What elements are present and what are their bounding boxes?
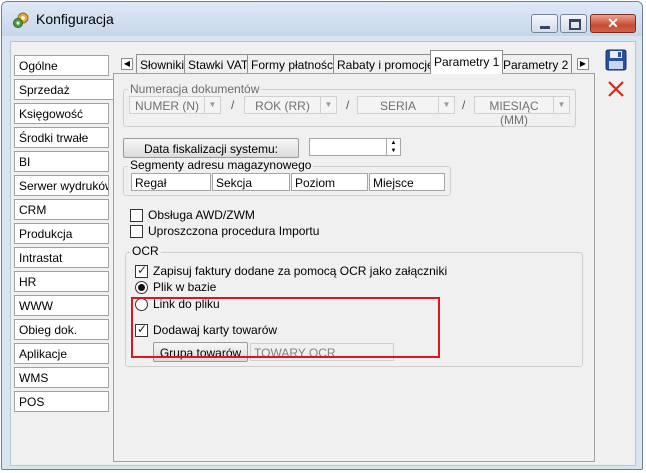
settings-gear-icon xyxy=(13,12,29,28)
chevron-down-icon: ▼ xyxy=(553,97,569,113)
segment-regal-field[interactable]: Regał xyxy=(131,173,211,191)
numeracja-segment-1[interactable]: NUMER (N) ▼ xyxy=(129,96,221,114)
tab-parametry-1[interactable]: Parametry 1 xyxy=(430,50,504,74)
fiscalization-date-field[interactable]: ▲ ▼ xyxy=(309,138,401,156)
chevron-down-icon: ▼ xyxy=(438,97,454,113)
config-window: Konfiguracja ✕ Ogólne Sprzedaż Księgowoś… xyxy=(1,1,643,470)
awd-zwm-checkbox[interactable] xyxy=(130,209,143,222)
ocr-legend: OCR xyxy=(130,244,161,258)
numeracja-separator: / xyxy=(462,98,466,112)
sidebar-item-ksiegowosc[interactable]: Księgowość xyxy=(14,103,109,124)
sidebar-item-crm[interactable]: CRM xyxy=(14,199,109,220)
sidebar-item-pos[interactable]: POS xyxy=(14,391,109,412)
chevron-down-icon: ▼ xyxy=(204,97,220,113)
fiscalization-date-button[interactable]: Data fiskalizacji systemu: xyxy=(123,138,299,158)
save-disk-icon[interactable] xyxy=(605,49,627,71)
sidebar-item-www[interactable]: WWW xyxy=(14,295,109,316)
minimize-icon[interactable] xyxy=(531,14,558,33)
import-procedure-checkbox[interactable] xyxy=(130,225,143,238)
numeracja-segment-3[interactable]: SERIA ▼ xyxy=(357,96,455,114)
maximize-icon[interactable] xyxy=(560,14,587,33)
segmenty-legend: Segmenty adresu magazynowego xyxy=(128,158,314,172)
sidebar-item-aplikacje[interactable]: Aplikacje xyxy=(14,343,109,364)
sidebar-item-intrastat[interactable]: Intrastat xyxy=(14,247,109,268)
tab-slowniki[interactable]: Słowniki xyxy=(136,54,189,74)
sidebar-item-produkcja[interactable]: Produkcja xyxy=(14,223,109,244)
numeracja-separator: / xyxy=(346,98,350,112)
tab-scroll-left-button[interactable]: ◀ xyxy=(121,58,133,70)
segment-sekcja-field[interactable]: Sekcja xyxy=(212,173,290,191)
sidebar-item-wms[interactable]: WMS xyxy=(14,367,109,388)
close-button[interactable]: ✕ xyxy=(590,14,636,33)
title-bar[interactable]: Konfiguracja ✕ xyxy=(2,2,642,36)
numeracja-separator: / xyxy=(231,98,235,112)
tab-rabaty-i-promocje[interactable]: Rabaty i promocje xyxy=(333,54,438,74)
sidebar-item-sprzedaz[interactable]: Sprzedaż xyxy=(14,79,113,100)
segment-miejsce-field[interactable]: Miejsce xyxy=(369,173,445,191)
ocr-file-in-db-label: Plik w bazie xyxy=(153,280,217,294)
ocr-link-to-file-label: Link do pliku xyxy=(153,297,220,311)
ocr-file-in-db-radio[interactable] xyxy=(135,281,148,294)
ocr-add-product-cards-label: Dodawaj karty towarów xyxy=(153,323,278,337)
awd-zwm-label: Obsługa AWD/ZWM xyxy=(148,208,255,222)
ocr-link-to-file-radio[interactable] xyxy=(135,298,148,311)
chevron-down-icon: ▼ xyxy=(320,97,336,113)
import-procedure-label: Uproszczona procedura Importu xyxy=(148,224,320,238)
tab-scroll-right-button[interactable]: ▶ xyxy=(577,58,589,70)
numeracja-segment-4[interactable]: MIESIĄC (MM) ▼ xyxy=(474,96,570,127)
numeracja-segment-2[interactable]: ROK (RR) ▼ xyxy=(244,96,337,114)
ocr-save-attachments-label: Zapisuj faktury dodane za pomocą OCR jak… xyxy=(153,264,448,278)
sidebar-item-hr[interactable]: HR xyxy=(14,271,109,292)
segment-poziom-field[interactable]: Poziom xyxy=(291,173,368,191)
window-title: Konfiguracja xyxy=(36,11,114,27)
product-group-button[interactable]: Grupa towarów xyxy=(153,342,248,362)
tab-parametry-2[interactable]: Parametry 2 xyxy=(499,54,573,74)
ocr-save-attachments-checkbox[interactable] xyxy=(135,263,148,278)
sidebar-item-obieg-dok[interactable]: Obieg dok. xyxy=(14,319,109,340)
dialog-content: Ogólne Sprzedaż Księgowość Środki trwałe… xyxy=(10,41,636,466)
spin-arrows-icon[interactable]: ▲ ▼ xyxy=(386,139,400,155)
tab-stawki-vat[interactable]: Stawki VAT xyxy=(184,54,253,74)
tab-formy-platnosci[interactable]: Formy płatności xyxy=(247,54,340,74)
ocr-add-product-cards-checkbox[interactable] xyxy=(135,322,148,337)
product-group-field: TOWARY OCR xyxy=(250,343,394,361)
sidebar-item-bi[interactable]: BI xyxy=(14,151,109,172)
sidebar-item-srodki-trwale[interactable]: Środki trwałe xyxy=(14,127,109,148)
delete-x-icon[interactable] xyxy=(605,78,627,100)
sidebar-item-serwer-wydrukow[interactable]: Serwer wydruków xyxy=(14,175,109,196)
numeracja-legend: Numeracja dokumentów xyxy=(128,82,262,96)
sidebar-item-ogolne[interactable]: Ogólne xyxy=(14,55,109,76)
